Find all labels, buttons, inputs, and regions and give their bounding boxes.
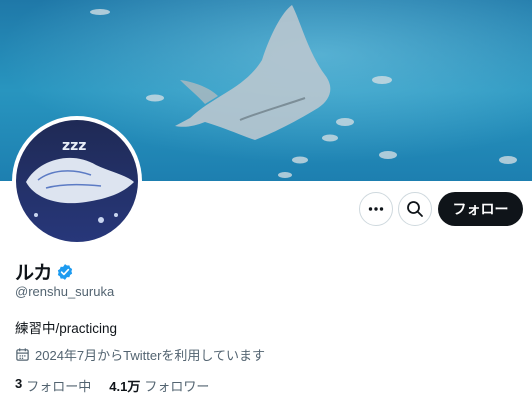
followers-count-link[interactable]: 4.1万 フォロワー [109,376,209,395]
join-date-row: 2024年7月からTwitterを利用しています [15,345,265,364]
profile-bio: 練習中/practicing [15,321,118,336]
display-name: ルカ [15,263,53,284]
ellipsis-icon [368,207,384,211]
search-icon [407,201,423,217]
follow-button[interactable]: フォロー [438,192,523,226]
followers-count: 4.1万 [109,379,141,394]
more-options-button[interactable] [359,192,393,226]
follow-stats: 3 フォロー中 4.1万 フォロワー [15,376,209,395]
followers-label: フォロワー [144,379,210,394]
calendar-icon [16,348,29,361]
username-handle: @renshu_suruka [15,284,115,299]
profile-avatar[interactable]: zzz [12,116,142,246]
verified-badge-icon[interactable] [56,263,74,281]
svg-text:zzz: zzz [62,138,86,154]
join-date-text: 2024年7月からTwitterを利用しています [35,348,266,363]
following-count: 3 [15,376,23,391]
following-count-link[interactable]: 3 フォロー中 [15,376,91,395]
following-label: フォロー中 [26,379,92,394]
sleeping-manta-drawing: zzz [16,120,138,242]
search-profile-button[interactable] [398,192,432,226]
profile-name-row: ルカ [15,258,74,285]
avatar-image: zzz [16,120,138,242]
